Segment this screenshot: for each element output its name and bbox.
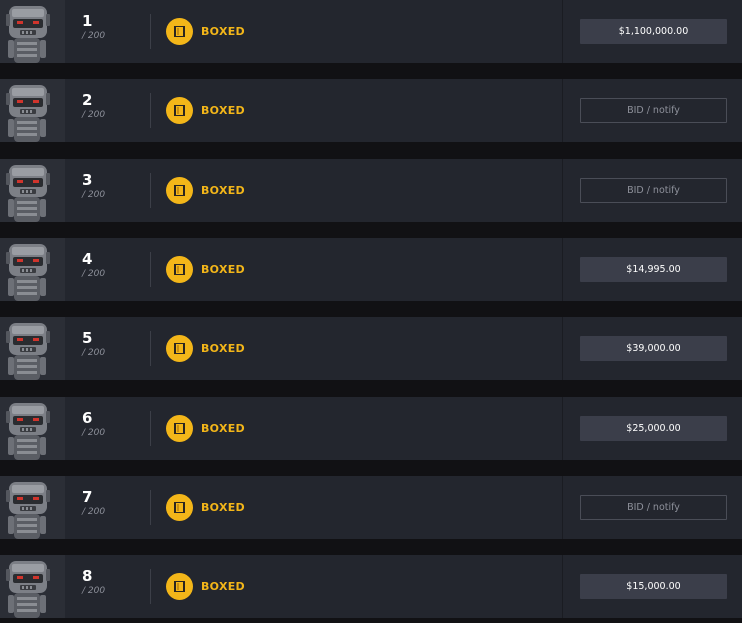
figure-thumbnail[interactable]: [0, 0, 65, 63]
serial-number: 4 / 200: [82, 252, 105, 280]
status-badge: BOXED: [166, 97, 245, 124]
box-icon: [166, 573, 193, 600]
status-label: BOXED: [201, 422, 245, 435]
serial-number: 1 / 200: [82, 14, 105, 42]
status-badge: BOXED: [166, 415, 245, 442]
action-panel: $15,000.00: [562, 555, 742, 618]
action-panel: $25,000.00: [562, 397, 742, 460]
action-panel: $1,100,000.00: [562, 0, 742, 63]
listing-row[interactable]: 3 / 200 BOXED BID / notify: [0, 159, 742, 222]
serial-number: 6 / 200: [82, 411, 105, 439]
divider: [150, 252, 151, 287]
figure-thumbnail[interactable]: [0, 79, 65, 142]
edition-size: / 200: [82, 110, 106, 120]
figure-thumbnail[interactable]: [0, 238, 65, 301]
serial-number-value: 4: [82, 250, 93, 268]
listing-row[interactable]: 2 / 200 BOXED BID / notify: [0, 79, 742, 142]
robot-figure-icon: [0, 0, 65, 63]
status-label: BOXED: [201, 25, 245, 38]
divider: [150, 569, 151, 604]
action-panel: BID / notify: [562, 79, 742, 142]
box-icon: [166, 494, 193, 521]
status-badge: BOXED: [166, 573, 245, 600]
serial-number-value: 5: [82, 329, 93, 347]
price-button[interactable]: $15,000.00: [580, 574, 727, 599]
figure-thumbnail[interactable]: [0, 317, 65, 380]
edition-size: / 200: [82, 190, 106, 200]
serial-number-value: 7: [82, 488, 93, 506]
status-label: BOXED: [201, 501, 245, 514]
serial-number-value: 2: [82, 91, 93, 109]
edition-size: / 200: [82, 507, 106, 517]
listing-row[interactable]: 1 / 200 BOXED $1,100,000.00: [0, 0, 742, 63]
status-label: BOXED: [201, 580, 245, 593]
status-badge: BOXED: [166, 256, 245, 283]
figure-thumbnail[interactable]: [0, 555, 65, 618]
edition-size: / 200: [82, 31, 106, 41]
status-badge: BOXED: [166, 335, 245, 362]
listing-row[interactable]: 8 / 200 BOXED $15,000.00: [0, 555, 742, 618]
serial-number: 2 / 200: [82, 93, 105, 121]
listing-row[interactable]: 6 / 200 BOXED $25,000.00: [0, 397, 742, 460]
action-panel: BID / notify: [562, 476, 742, 539]
serial-number-value: 3: [82, 171, 93, 189]
box-icon: [166, 256, 193, 283]
robot-figure-icon: [0, 79, 65, 142]
box-icon: [166, 415, 193, 442]
price-button[interactable]: $1,100,000.00: [580, 19, 727, 44]
action-panel: BID / notify: [562, 159, 742, 222]
action-panel: $14,995.00: [562, 238, 742, 301]
listing-list: 1 / 200 BOXED $1,100,000.00 2 / 200 BOXE…: [0, 0, 742, 623]
figure-thumbnail[interactable]: [0, 476, 65, 539]
figure-thumbnail[interactable]: [0, 159, 65, 222]
status-badge: BOXED: [166, 494, 245, 521]
serial-number: 5 / 200: [82, 331, 105, 359]
serial-number-value: 1: [82, 12, 93, 30]
box-icon: [166, 97, 193, 124]
status-badge: BOXED: [166, 177, 245, 204]
robot-figure-icon: [0, 555, 65, 618]
divider: [150, 411, 151, 446]
price-button[interactable]: $14,995.00: [580, 257, 727, 282]
serial-number-value: 6: [82, 409, 93, 427]
divider: [150, 93, 151, 128]
edition-size: / 200: [82, 348, 106, 358]
serial-number: 3 / 200: [82, 173, 105, 201]
robot-figure-icon: [0, 397, 65, 460]
price-button[interactable]: $25,000.00: [580, 416, 727, 441]
box-icon: [166, 335, 193, 362]
robot-figure-icon: [0, 317, 65, 380]
edition-size: / 200: [82, 269, 106, 279]
edition-size: / 200: [82, 428, 106, 438]
divider: [150, 173, 151, 208]
action-panel: $39,000.00: [562, 317, 742, 380]
status-label: BOXED: [201, 342, 245, 355]
divider: [150, 14, 151, 49]
figure-thumbnail[interactable]: [0, 397, 65, 460]
box-icon: [166, 177, 193, 204]
bid-notify-button[interactable]: BID / notify: [580, 98, 727, 123]
status-label: BOXED: [201, 104, 245, 117]
divider: [150, 331, 151, 366]
price-button[interactable]: $39,000.00: [580, 336, 727, 361]
robot-figure-icon: [0, 476, 65, 539]
status-label: BOXED: [201, 184, 245, 197]
box-icon: [166, 18, 193, 45]
listing-row[interactable]: 5 / 200 BOXED $39,000.00: [0, 317, 742, 380]
listing-row[interactable]: 4 / 200 BOXED $14,995.00: [0, 238, 742, 301]
status-label: BOXED: [201, 263, 245, 276]
edition-size: / 200: [82, 586, 106, 596]
divider: [150, 490, 151, 525]
robot-figure-icon: [0, 238, 65, 301]
serial-number-value: 8: [82, 567, 93, 585]
bid-notify-button[interactable]: BID / notify: [580, 178, 727, 203]
status-badge: BOXED: [166, 18, 245, 45]
bid-notify-button[interactable]: BID / notify: [580, 495, 727, 520]
listing-row[interactable]: 7 / 200 BOXED BID / notify: [0, 476, 742, 539]
robot-figure-icon: [0, 159, 65, 222]
serial-number: 8 / 200: [82, 569, 105, 597]
serial-number: 7 / 200: [82, 490, 105, 518]
